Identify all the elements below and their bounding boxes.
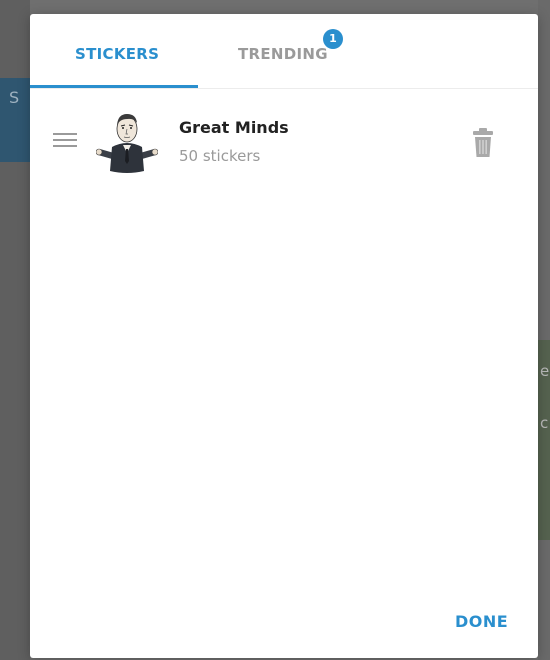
background-app-text: e bbox=[540, 362, 550, 380]
tab-bar: STICKERS TRENDING 1 bbox=[30, 14, 538, 89]
background-app-text: S bbox=[9, 88, 20, 107]
drag-handle-icon[interactable] bbox=[53, 131, 77, 151]
sticker-set-name: Great Minds bbox=[179, 118, 289, 137]
tab-stickers[interactable]: STICKERS bbox=[75, 45, 159, 63]
background-app-text: c bbox=[540, 414, 549, 432]
stickers-dialog: STICKERS TRENDING 1 Great Minds 50 stick… bbox=[30, 14, 538, 658]
sticker-set-count: 50 stickers bbox=[179, 147, 261, 165]
man-in-suit-sticker-icon bbox=[95, 109, 159, 175]
sticker-set-row[interactable]: Great Minds 50 stickers bbox=[30, 109, 538, 179]
done-button[interactable]: DONE bbox=[455, 612, 508, 631]
tab-trending[interactable]: TRENDING bbox=[238, 45, 328, 63]
active-tab-indicator bbox=[30, 85, 198, 88]
trash-icon[interactable] bbox=[470, 128, 496, 158]
trending-count-badge: 1 bbox=[323, 29, 343, 49]
background-app-right bbox=[538, 0, 550, 660]
